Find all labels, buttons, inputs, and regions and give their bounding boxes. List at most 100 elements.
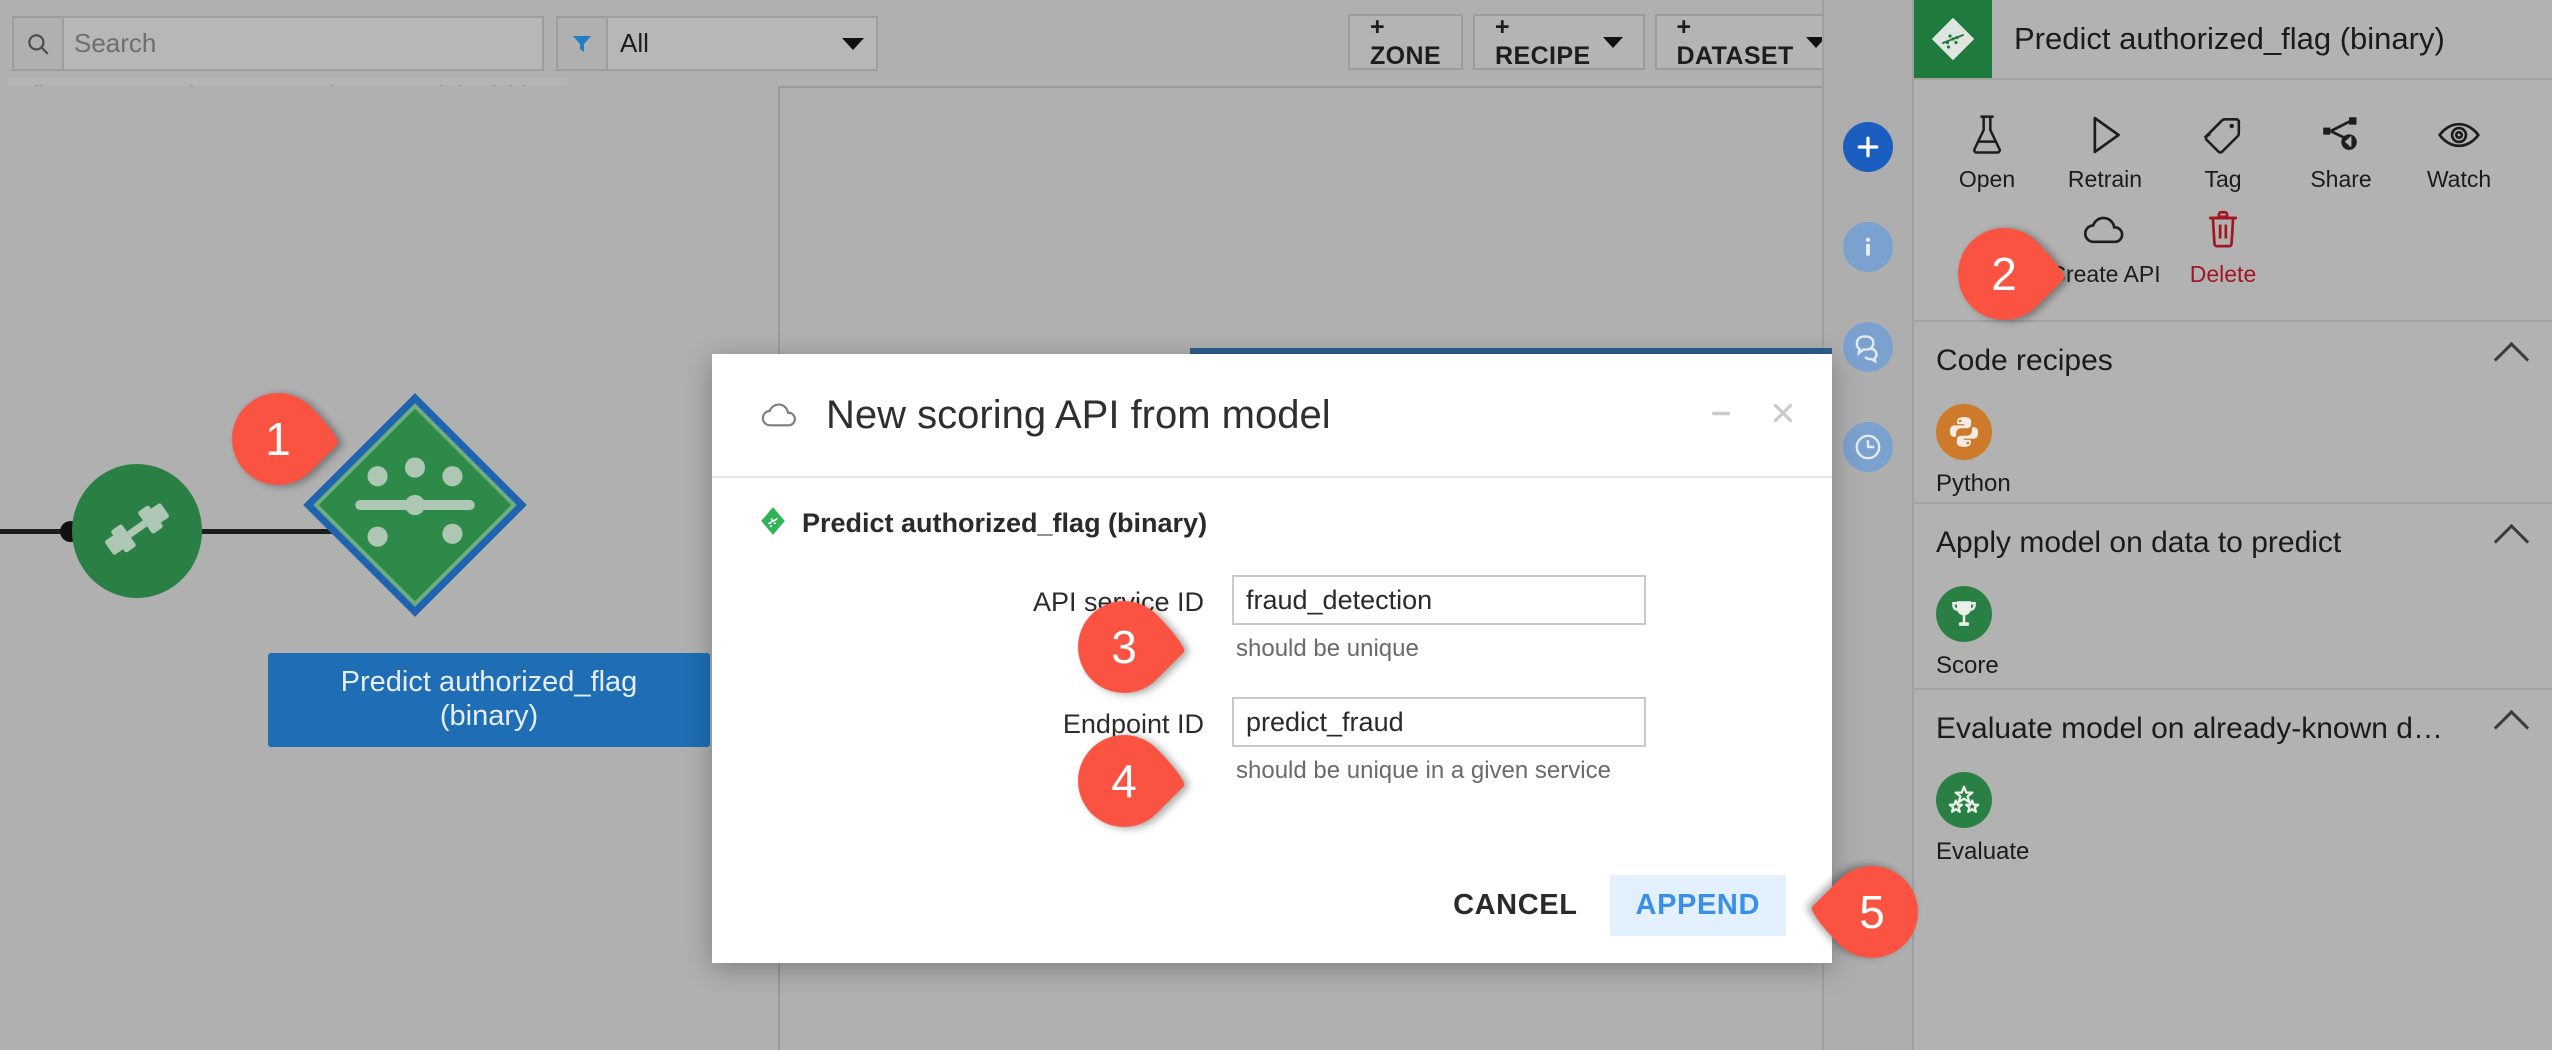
trash-icon: [2204, 201, 2242, 259]
modal-footer: CANCEL APPEND: [712, 847, 1832, 963]
python-icon: [1936, 404, 1992, 460]
add-icon[interactable]: [1843, 122, 1893, 172]
panel-actions-row-2: Create API Delete: [1914, 193, 2552, 288]
flask-icon: [1967, 106, 2007, 164]
section-title: Apply model on data to predict: [1936, 526, 2341, 560]
chevron-down-icon[interactable]: [830, 18, 876, 69]
modal-body: Predict authorized_flag (binary) API ser…: [712, 478, 1832, 785]
cancel-button[interactable]: CANCEL: [1429, 875, 1601, 936]
search-input[interactable]: [64, 18, 542, 69]
model-diamond-icon: [1914, 0, 1992, 78]
model-node[interactable]: [303, 393, 526, 616]
retrain-label: Retrain: [2068, 166, 2142, 193]
endpoint-id-help: should be unique in a given service: [1236, 757, 1646, 785]
score-label: Score: [1936, 652, 1999, 680]
discussions-icon[interactable]: [1843, 322, 1893, 372]
top-actions: + ZONE + RECIPE + DATASET: [1348, 14, 1848, 70]
panel-actions-row-1: Open Retrain: [1914, 98, 2552, 193]
panel-title: Predict authorized_flag (binary): [1992, 21, 2445, 57]
add-zone-button[interactable]: + ZONE: [1348, 14, 1463, 70]
panel-header-divider: [1914, 78, 2552, 80]
modal-header: New scoring API from model: [712, 354, 1832, 478]
add-recipe-button[interactable]: + RECIPE: [1473, 14, 1644, 70]
cloud-icon: [2082, 201, 2128, 259]
score-recipe-item[interactable]: Score: [1914, 572, 2056, 680]
retrain-action[interactable]: Retrain: [2046, 98, 2164, 193]
api-service-id-help: should be unique: [1236, 635, 1646, 663]
minimize-icon[interactable]: [1706, 398, 1736, 428]
add-recipe-label: + RECIPE: [1495, 13, 1590, 71]
section-apply-model: Apply model on data to predict Score: [1914, 502, 2552, 688]
model-node-label-line: Predict authorized_flag: [276, 665, 702, 699]
search-icon: [14, 18, 64, 69]
open-action[interactable]: Open: [1928, 98, 2046, 193]
open-label: Open: [1959, 166, 2015, 193]
section-evaluate-model: Evaluate model on already-known d… Evalu…: [1914, 688, 2552, 1050]
share-icon: [2320, 106, 2362, 164]
cloud-icon: [760, 400, 800, 430]
section-header[interactable]: Evaluate model on already-known d…: [1914, 690, 2552, 758]
api-service-id-field: should be unique: [1232, 575, 1646, 663]
append-button[interactable]: APPEND: [1610, 875, 1786, 936]
create-api-label: Create API: [2049, 261, 2160, 288]
endpoint-id-input[interactable]: [1232, 697, 1646, 747]
filter-icon: [558, 18, 608, 69]
form-row-api-service-id: API service ID should be unique: [712, 575, 1832, 663]
eye-icon: [2437, 106, 2481, 164]
delete-label: Delete: [2190, 261, 2256, 288]
create-api-action[interactable]: Create API: [2046, 193, 2164, 288]
api-service-id-label: API service ID: [712, 575, 1232, 618]
tag-icon: [2202, 106, 2244, 164]
python-label: Python: [1936, 470, 2011, 498]
play-icon: [2084, 106, 2126, 164]
info-icon[interactable]: [1843, 222, 1893, 272]
modal-title: New scoring API from model: [826, 393, 1331, 438]
history-icon[interactable]: [1843, 422, 1893, 472]
search-box[interactable]: [12, 16, 544, 71]
section-header[interactable]: Code recipes: [1914, 322, 2552, 390]
close-icon[interactable]: [1768, 398, 1798, 428]
add-dataset-button[interactable]: + DATASET: [1655, 14, 1848, 70]
panel-header: Predict authorized_flag (binary): [1914, 0, 2552, 78]
dumbbell-icon: [98, 490, 176, 573]
form-row-endpoint-id: Endpoint ID should be unique in a given …: [712, 697, 1832, 785]
right-details-panel: Predict authorized_flag (binary) Open: [1914, 0, 2552, 1050]
filter-select[interactable]: All: [556, 16, 878, 71]
chevron-up-icon[interactable]: [2494, 341, 2529, 376]
app-root: All 3 flow zones 11 datasets 8 recipes 1…: [0, 0, 2552, 1050]
model-node-label[interactable]: Predict authorized_flag(binary): [268, 653, 710, 747]
model-node-label-line: (binary): [276, 699, 702, 733]
modal-model-name: Predict authorized_flag (binary): [802, 508, 1207, 539]
section-header[interactable]: Apply model on data to predict: [1914, 504, 2552, 572]
modal-window-buttons: [1706, 398, 1798, 428]
panel-action-grid: Open Retrain: [1914, 88, 2552, 294]
section-title: Evaluate model on already-known d…: [1936, 712, 2443, 746]
model-diamond-icon: [760, 506, 786, 541]
tag-label: Tag: [2204, 166, 2241, 193]
watch-label: Watch: [2427, 166, 2491, 193]
tag-action[interactable]: Tag: [2164, 98, 2282, 193]
endpoint-id-label: Endpoint ID: [712, 697, 1232, 740]
train-recipe-node[interactable]: [72, 464, 202, 598]
hidden-action[interactable]: [1928, 193, 2046, 288]
evaluate-label: Evaluate: [1936, 838, 2029, 866]
chevron-up-icon[interactable]: [2494, 709, 2529, 744]
stars-icon: [1936, 772, 1992, 828]
add-dataset-label: + DATASET: [1677, 13, 1794, 71]
share-action[interactable]: Share: [2282, 98, 2400, 193]
new-scoring-api-modal: New scoring API from model: [712, 354, 1832, 963]
delete-action[interactable]: Delete: [2164, 193, 2282, 288]
add-zone-label: + ZONE: [1370, 13, 1441, 71]
watch-action[interactable]: Watch: [2400, 98, 2518, 193]
api-service-id-input[interactable]: [1232, 575, 1646, 625]
share-label: Share: [2310, 166, 2371, 193]
chevron-up-icon[interactable]: [2494, 523, 2529, 558]
evaluate-recipe-item[interactable]: Evaluate: [1914, 758, 2056, 866]
python-recipe-item[interactable]: Python: [1914, 390, 2056, 498]
section-title: Code recipes: [1936, 344, 2113, 378]
modal-model-row: Predict authorized_flag (binary): [712, 506, 1832, 541]
flow-canvas[interactable]: Predict authorized_flag(binary): [0, 86, 778, 1050]
flow-toolbar: All 3 flow zones 11 datasets 8 recipes 1…: [0, 0, 1822, 88]
trophy-icon: [1936, 586, 1992, 642]
right-icon-rail: [1824, 0, 1912, 1050]
